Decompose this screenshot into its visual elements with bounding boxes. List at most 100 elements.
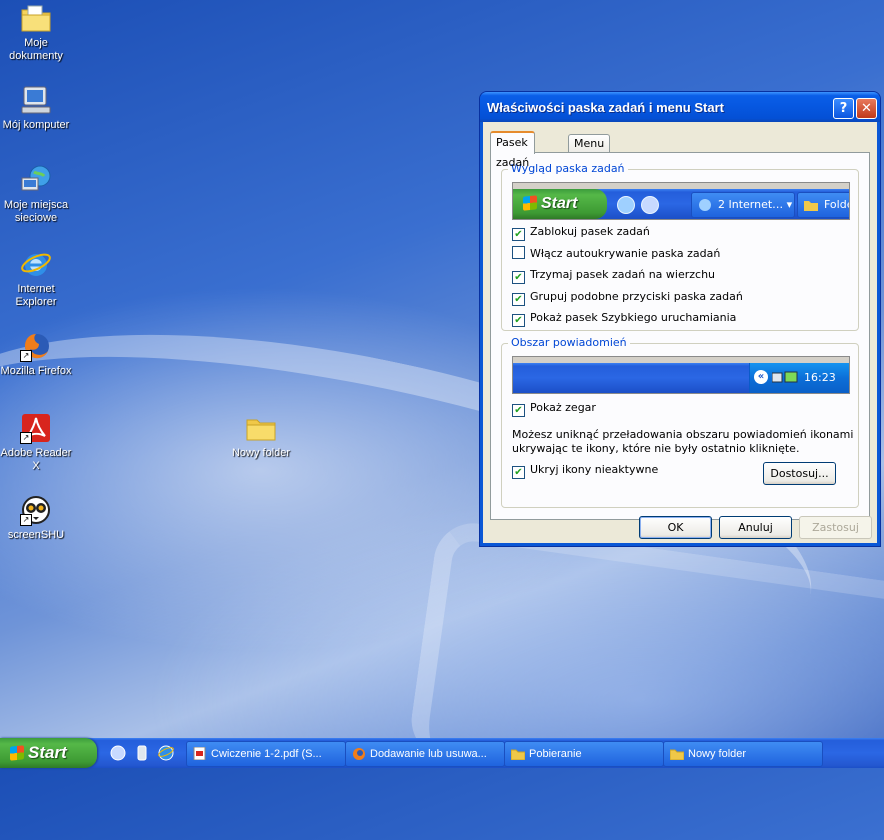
desktop-icon-internet-explorer[interactable]: Internet Explorer xyxy=(0,248,74,309)
desktop-icon-label: Mój komputer xyxy=(2,119,70,131)
taskbar: Start Cwiczenie 1-2.pdf (S... Dodawanie … xyxy=(0,738,884,768)
dropdown-arrow-icon: ▾ xyxy=(783,198,793,211)
preview-grouped-button: 2 Internet… ▾ xyxy=(691,192,795,218)
shortcut-arrow-icon: ↗ xyxy=(20,432,32,444)
preview-button-label: 2 Internet… xyxy=(718,198,784,211)
help-icon: ? xyxy=(839,101,848,116)
taskbar-properties-dialog: Właściwości paska zadań i menu Start ? ✕… xyxy=(480,92,880,546)
checkbox-label: Trzymaj pasek zadań na wierzchu xyxy=(530,268,716,281)
tray-network-icons xyxy=(772,371,798,383)
ie-quicklaunch-icon[interactable] xyxy=(158,745,174,761)
checkbox-label: Grupuj podobne przyciski paska zadań xyxy=(530,290,743,303)
browser-quicklaunch-icon[interactable] xyxy=(110,745,126,761)
desktop-icon-network-places[interactable]: Moje miejsca sieciowe xyxy=(0,164,74,225)
preview-taskbar: « 16:23 xyxy=(513,363,849,393)
firefox-icon: ↗ xyxy=(20,330,52,362)
checkbox-label: Ukryj ikony nieaktywne xyxy=(530,463,659,476)
desktop-icon-label: Nowy folder xyxy=(231,447,291,459)
network-icon xyxy=(20,164,52,196)
taskbar-button-pdf[interactable]: Cwiczenie 1-2.pdf (S... xyxy=(186,741,346,767)
info-line-2: ukrywając te ikony, które nie były ostat… xyxy=(512,442,800,455)
lemur-icon: ↗ xyxy=(20,494,52,526)
tab-taskbar[interactable]: Pasek zadań xyxy=(490,131,536,169)
task-label: Dodawanie lub usuwa... xyxy=(370,748,487,760)
task-label: Cwiczenie 1-2.pdf (S... xyxy=(211,748,322,760)
desktop-icon-screenshu[interactable]: ↗ screenSHU xyxy=(0,494,74,542)
checkmark-icon: ✔ xyxy=(512,466,525,479)
task-label: Pobieranie xyxy=(529,748,582,760)
desktop-icon-label: screenSHU xyxy=(7,529,65,541)
desktop-icon-label: Internet Explorer xyxy=(15,283,57,308)
taskbar-button-downloads[interactable]: Pobieranie xyxy=(504,741,664,767)
chevron-left-icon: « xyxy=(754,370,768,384)
help-button[interactable]: ? xyxy=(833,98,854,119)
notification-area-group: Obszar powiadomień « 16:23 ✔ Pokaż zegar … xyxy=(501,336,859,508)
desktop-icon-mozilla-firefox[interactable]: ↗ Mozilla Firefox xyxy=(0,330,74,378)
folder-icon xyxy=(245,412,277,444)
preview-start-label: Start xyxy=(541,195,578,212)
hide-inactive-icons-checkbox[interactable]: ✔ Ukryj ikony nieaktywne xyxy=(512,462,659,479)
lock-taskbar-checkbox[interactable]: ✔ Zablokuj pasek zadań xyxy=(512,224,650,241)
task-label: Nowy folder xyxy=(688,748,747,760)
preview-folder-button: Folde xyxy=(797,192,849,218)
taskbar-preview: Start 2 Internet… ▾ Folde xyxy=(512,182,850,220)
dialog-titlebar[interactable]: Właściwości paska zadań i menu Start ? ✕ xyxy=(480,92,880,122)
desktop-icon-label: Adobe Reader X xyxy=(0,447,72,472)
checkbox-label: Pokaż pasek Szybkiego uruchamiania xyxy=(530,311,737,324)
group-buttons-checkbox[interactable]: ✔ Grupuj podobne przyciski paska zadań xyxy=(512,289,743,306)
group-legend: Obszar powiadomień xyxy=(508,336,630,349)
preview-tray: « 16:23 xyxy=(749,363,849,393)
tab-start-menu[interactable]: Menu Start xyxy=(568,134,611,167)
start-label: Start xyxy=(28,743,67,762)
cancel-button[interactable]: Anuluj xyxy=(719,516,792,539)
close-icon: ✕ xyxy=(861,101,872,116)
ok-button[interactable]: OK xyxy=(639,516,712,539)
start-button[interactable]: Start xyxy=(0,738,97,768)
desktop-icon-label: Moje dokumenty xyxy=(9,37,63,62)
preview-button-label: Folde xyxy=(824,198,849,211)
keep-on-top-checkbox[interactable]: ✔ Trzymaj pasek zadań na wierzchu xyxy=(512,267,716,284)
windows-logo-icon xyxy=(523,195,537,211)
customize-button[interactable]: Dostosuj... xyxy=(763,462,836,485)
ie-icon xyxy=(699,199,711,211)
apply-button[interactable]: Zastosuj xyxy=(799,516,872,539)
checkbox-label: Włącz autoukrywanie paska zadań xyxy=(530,247,721,260)
documents-folder-icon xyxy=(20,2,52,34)
desktop-icon-my-documents[interactable]: Moje dokumenty xyxy=(0,2,74,63)
preview-start-button: Start xyxy=(513,189,607,219)
taskbar-button-firefox[interactable]: Dodawanie lub usuwa... xyxy=(345,741,505,767)
show-quicklaunch-checkbox[interactable]: ✔ Pokaż pasek Szybkiego uruchamiania xyxy=(512,310,737,327)
notification-preview: « 16:23 xyxy=(512,356,850,394)
show-clock-checkbox[interactable]: ✔ Pokaż zegar xyxy=(512,400,596,417)
info-line-1: Możesz uniknąć przeładowania obszaru pow… xyxy=(512,428,854,441)
taskbar-button-new-folder[interactable]: Nowy folder xyxy=(663,741,823,767)
media-quicklaunch-icon[interactable] xyxy=(134,745,150,761)
tab-page-taskbar: Wygląd paska zadań Start 2 Internet… ▾ F… xyxy=(490,152,870,520)
checkmark-icon: ✔ xyxy=(512,314,525,327)
internet-explorer-icon xyxy=(20,248,52,280)
checkmark-icon: ✔ xyxy=(512,404,525,417)
wallpaper-swoosh xyxy=(406,518,884,840)
firefox-icon xyxy=(353,748,365,760)
checkbox-box xyxy=(512,246,525,259)
checkmark-icon: ✔ xyxy=(512,271,525,284)
checkbox-label: Pokaż zegar xyxy=(530,401,596,414)
preview-clock: 16:23 xyxy=(804,371,836,384)
preview-taskbar: Start 2 Internet… ▾ Folde xyxy=(513,189,849,219)
checkmark-icon: ✔ xyxy=(512,228,525,241)
folder-icon xyxy=(804,201,818,211)
desktop-icon-label: Moje miejsca sieciowe xyxy=(3,199,69,224)
autohide-checkbox[interactable]: Włącz autoukrywanie paska zadań xyxy=(512,246,720,262)
folder-icon xyxy=(670,749,684,760)
desktop-icon-my-computer[interactable]: Mój komputer xyxy=(0,84,74,132)
desktop-icon-new-folder[interactable]: Nowy folder xyxy=(223,412,299,460)
adobe-reader-icon: ↗ xyxy=(20,412,52,444)
close-button[interactable]: ✕ xyxy=(856,98,877,119)
browser-quicklaunch-icon xyxy=(641,196,659,214)
dialog-title: Właściwości paska zadań i menu Start xyxy=(487,100,724,115)
checkmark-icon: ✔ xyxy=(512,293,525,306)
computer-icon xyxy=(20,84,52,116)
desktop-icon-label: Mozilla Firefox xyxy=(0,365,72,377)
folder-icon xyxy=(511,749,525,760)
desktop-icon-adobe-reader[interactable]: ↗ Adobe Reader X xyxy=(0,412,74,473)
